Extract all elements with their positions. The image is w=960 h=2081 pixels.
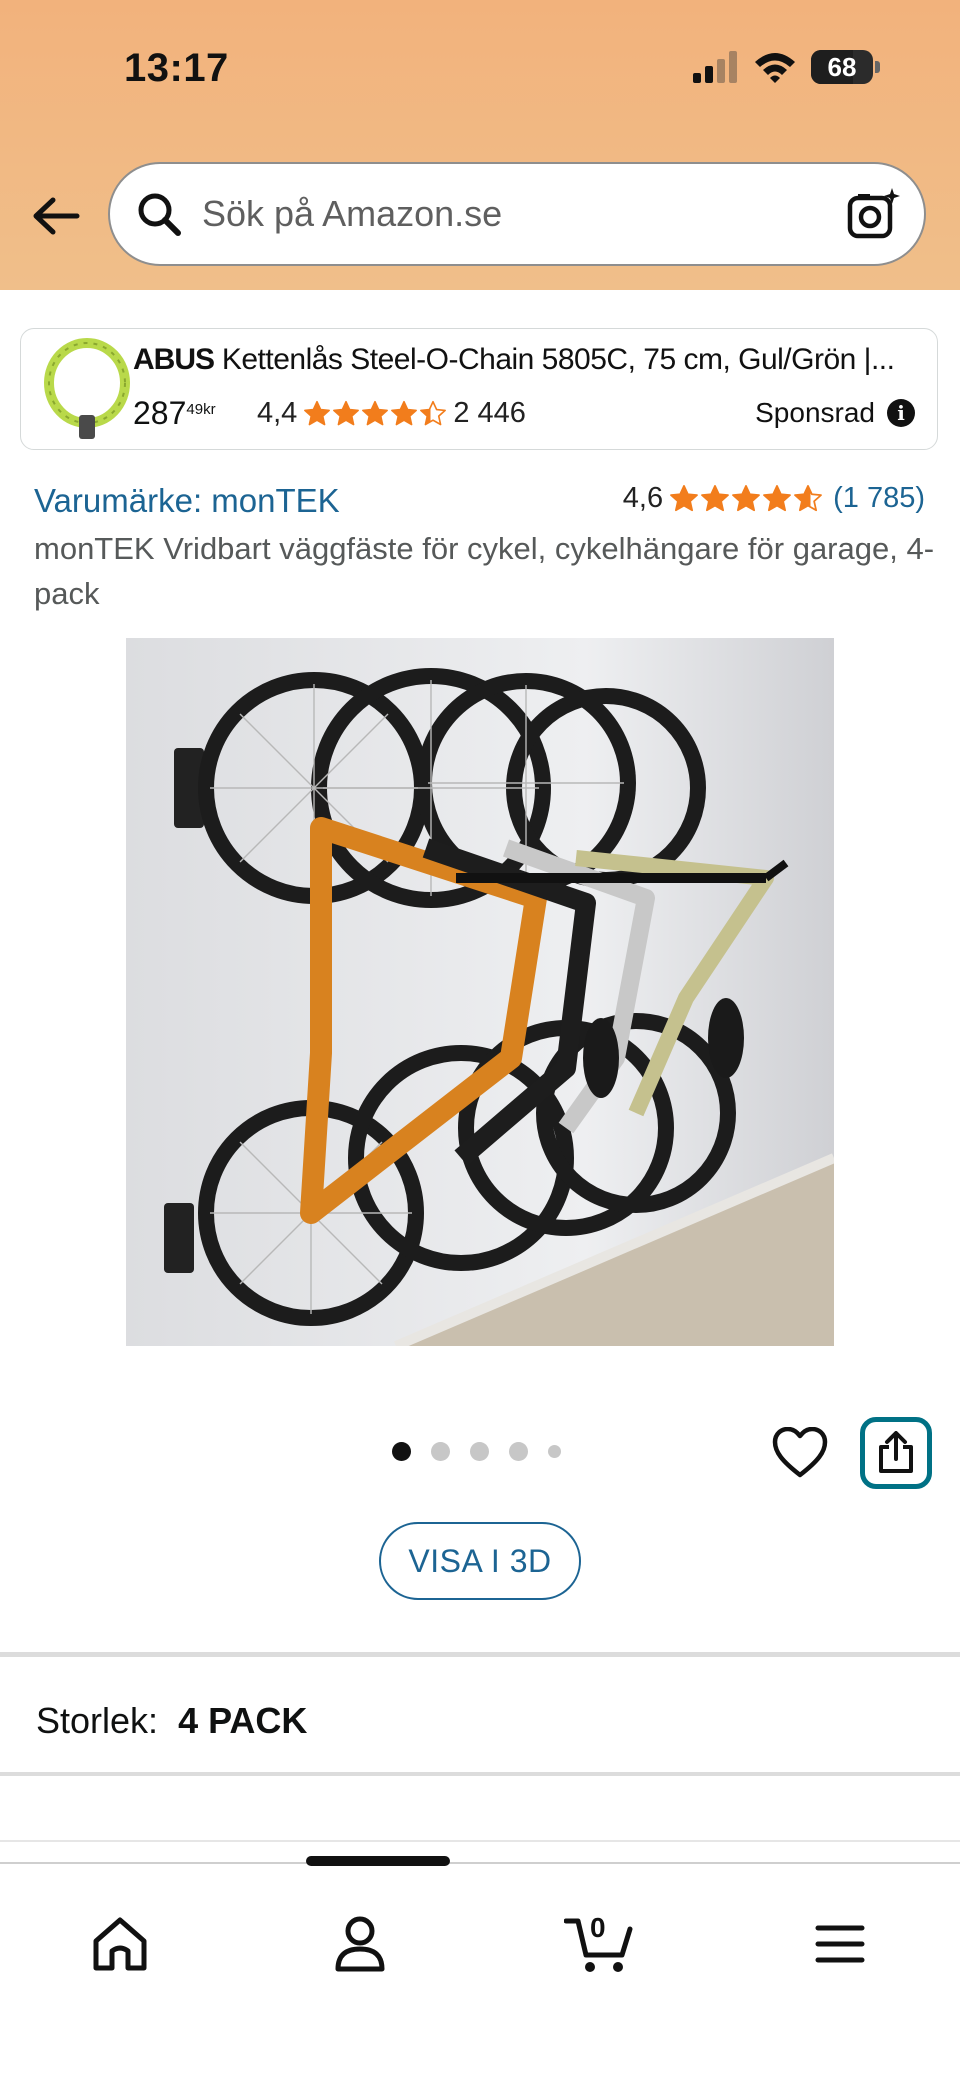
- battery-percent: 68: [827, 51, 857, 82]
- bike-rack-illustration: [126, 638, 834, 1346]
- ad-title-text: Kettenlås Steel-O-Chain 5805C, 75 cm, Gu…: [214, 343, 895, 376]
- app-header: 13:17 68: [0, 0, 960, 290]
- ad-price-fraction: 49: [186, 401, 204, 418]
- ad-price: 28749kr: [133, 395, 216, 432]
- size-label: Storlek:: [36, 1700, 159, 1741]
- star-icon: [670, 484, 698, 511]
- ad-star-rating: [303, 400, 447, 428]
- star-icon: [391, 400, 418, 425]
- share-button[interactable]: [860, 1417, 932, 1489]
- sponsored-text: Sponsrad: [755, 397, 875, 428]
- ad-price-main: 287: [133, 395, 187, 431]
- bottom-navigation: 0: [0, 1856, 960, 2081]
- star-icon: [763, 484, 791, 511]
- star-icon: [794, 484, 822, 511]
- sponsored-label[interactable]: Sponsrad i: [755, 397, 915, 429]
- menu-icon: [815, 1925, 865, 1963]
- nav-account[interactable]: [320, 1904, 400, 1984]
- carousel-dot[interactable]: [431, 1442, 450, 1461]
- ad-rating-value: 4,4: [257, 397, 298, 429]
- ad-title[interactable]: ABUS Kettenlås Steel-O-Chain 5805C, 75 c…: [133, 343, 923, 377]
- share-icon: [879, 1431, 913, 1473]
- carousel-dot[interactable]: [470, 1442, 489, 1461]
- image-carousel-dots[interactable]: [392, 1442, 561, 1461]
- nav-drawer-handle[interactable]: [306, 1856, 450, 1866]
- product-star-rating: [669, 484, 823, 514]
- size-selector[interactable]: Storlek: 4 PACK: [36, 1700, 307, 1742]
- battery-indicator: 68: [811, 50, 873, 84]
- star-icon: [420, 400, 447, 425]
- product-rating[interactable]: 4,6 (1 785): [623, 482, 925, 515]
- back-arrow-icon: [33, 197, 80, 235]
- carousel-dot[interactable]: [392, 1442, 411, 1461]
- cellular-signal-icon: [693, 51, 737, 83]
- star-icon: [732, 484, 760, 511]
- product-title: monTEK Vridbart väggfäste för cykel, cyk…: [34, 531, 935, 611]
- carousel-dot[interactable]: [548, 1445, 561, 1458]
- product-image[interactable]: [126, 638, 834, 1346]
- nav-menu[interactable]: [800, 1904, 880, 1984]
- back-button[interactable]: [26, 188, 86, 244]
- cart-count: 0: [590, 1912, 606, 1943]
- section-divider: [0, 1840, 960, 1842]
- product-rating-value: 4,6: [622, 482, 664, 514]
- star-icon: [333, 400, 360, 425]
- battery-tip: [875, 61, 880, 73]
- ad-brand: ABUS: [133, 343, 215, 376]
- ad-rating: 4,4 2 446: [257, 397, 526, 430]
- heart-icon: [772, 1427, 828, 1478]
- camera-search-icon[interactable]: [846, 186, 902, 242]
- ad-product-thumbnail: [44, 338, 130, 439]
- home-icon: [93, 1917, 147, 1971]
- view-in-3d-button[interactable]: VISA I 3D: [379, 1522, 581, 1600]
- section-divider: [0, 1772, 960, 1776]
- search-input[interactable]: [200, 192, 804, 236]
- info-icon[interactable]: i: [887, 399, 915, 427]
- star-icon: [304, 400, 331, 425]
- nav-cart[interactable]: 0: [560, 1904, 640, 1984]
- ad-price-currency: kr: [203, 401, 216, 418]
- carousel-dot[interactable]: [509, 1442, 528, 1461]
- status-icons: 68: [693, 50, 880, 84]
- wishlist-button[interactable]: [770, 1423, 830, 1483]
- ad-review-count: 2 446: [453, 397, 526, 429]
- star-icon: [701, 484, 729, 511]
- star-icon: [362, 400, 389, 425]
- size-value: 4 PACK: [178, 1700, 308, 1741]
- product-review-count[interactable]: (1 785): [833, 482, 925, 515]
- sponsored-product-ad[interactable]: ABUS Kettenlås Steel-O-Chain 5805C, 75 c…: [20, 328, 938, 450]
- search-icon: [134, 189, 184, 239]
- nav-home[interactable]: [80, 1904, 160, 1984]
- brand-link[interactable]: Varumärke: monTEK: [34, 482, 340, 520]
- search-bar[interactable]: [108, 162, 926, 266]
- wifi-icon: [755, 53, 795, 83]
- status-time: 13:17: [124, 46, 229, 90]
- account-icon: [335, 1916, 385, 1972]
- section-divider: [0, 1652, 960, 1657]
